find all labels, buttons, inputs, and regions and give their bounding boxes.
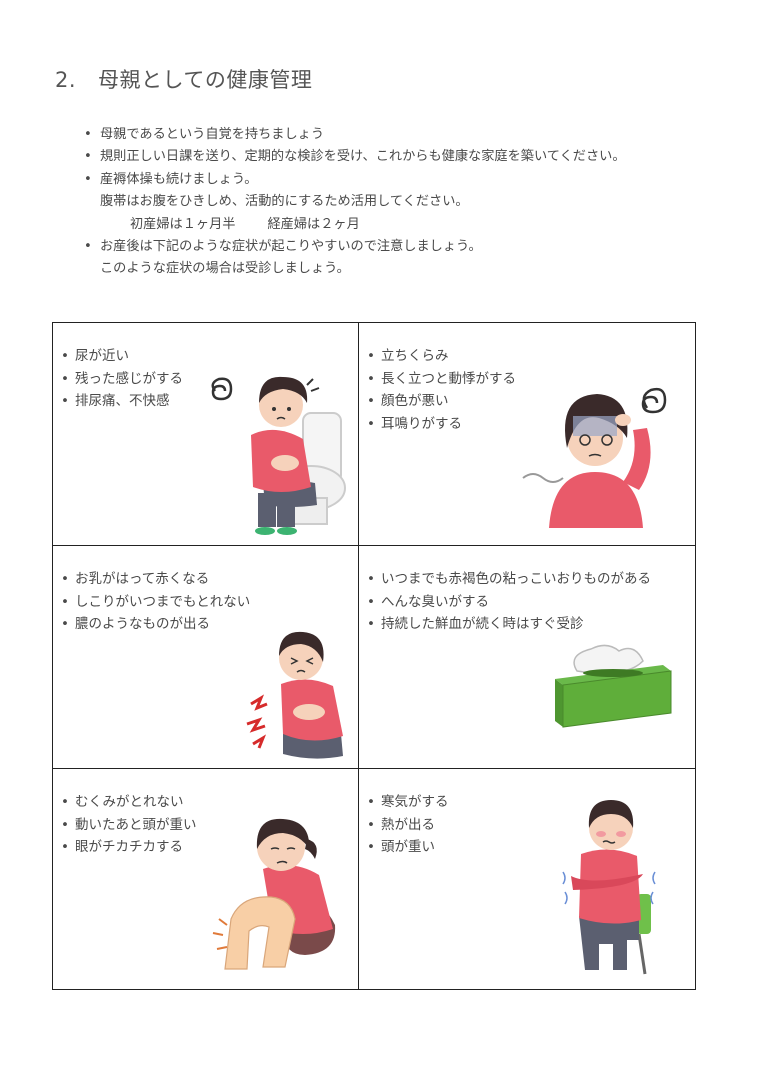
list-item: • お乳がはって赤くなる <box>61 571 210 587</box>
list-item: • 排尿痛、不快感 <box>61 393 170 410</box>
woman-toilet-illustration <box>211 376 346 535</box>
symptom-list: • 立ちくらみ • 長く立つと動悸がする • 顔色が悪い • 耳鳴りがする <box>367 345 516 435</box>
symptom-list: • 尿が近い • 残った感じがする • 排尿痛、不快感 <box>61 345 183 413</box>
tissue-box-illustration <box>555 644 672 728</box>
list-item: • 顔色が悪い <box>367 393 449 410</box>
symptom-cell-dizziness: • 立ちくらみ • 長く立つと動悸がする • 顔色が悪い • 耳鳴りがする <box>359 323 697 545</box>
symptom-list: • むくみがとれない • 動いたあと頭が重い • 眼がチカチカする <box>61 791 196 859</box>
symptom-cell-edema: • むくみがとれない • 動いたあと頭が重い • 眼がチカチカする <box>53 769 358 989</box>
list-item: • 熱が出る <box>367 816 435 833</box>
woman-shivering-illustration <box>562 800 656 975</box>
symptom-list: • 寒気がする • 熱が出る • 頭が重い <box>367 791 448 859</box>
list-item-detail: 腹帯はお腹をひきしめ、活動的にするため活用してください。 <box>100 194 469 210</box>
list-item: • お産後は下記のような症状が起こりやすいので注意しましょう。 <box>84 239 482 255</box>
list-item: • 母親であるという自覚を持ちましょう <box>84 127 325 142</box>
woman-dizzy-illustration <box>522 387 667 528</box>
list-item: • 耳鳴りがする <box>367 415 462 432</box>
section-number: 2. <box>55 68 77 92</box>
list-item: • 動いたあと頭が重い <box>61 816 197 833</box>
list-item: • むくみがとれない <box>61 794 184 810</box>
list-item-detail: 初産婦は１ヶ月半 経産婦は２ヶ月 <box>130 216 360 232</box>
list-item: • 眼がチカチカする <box>61 839 183 856</box>
symptom-cell-breast: • お乳がはって赤くなる • しこりがいつまでもとれない • 膿のようなものが出る <box>53 546 358 768</box>
list-item: • 長く立つと動悸がする <box>367 370 516 387</box>
list-item: • 頭が重い <box>367 839 435 856</box>
woman-pain-illustration <box>246 631 343 759</box>
list-item: • 立ちくらみ <box>367 348 449 364</box>
list-item: • 残った感じがする <box>61 370 183 387</box>
list-item: • 尿が近い <box>61 348 129 364</box>
symptom-cell-urinary: • 尿が近い • 残った感じがする • 排尿痛、不快感 <box>53 323 358 545</box>
symptom-cell-discharge: • いつまでも赤褐色の粘っこいおりものがある • へんな臭いがする • 持続した鮮血が… <box>359 546 697 768</box>
section-title: 母親としての健康管理 <box>98 68 313 92</box>
list-item: • 寒気がする <box>367 794 449 810</box>
list-item: • いつまでも赤褐色の粘っこいおりものがある <box>367 571 651 587</box>
page-title: 2. 母親としての健康管理 <box>55 64 312 94</box>
woman-swollen-legs-illustration <box>212 818 336 970</box>
list-item: • 産褥体操も続けましょう。 <box>84 171 258 187</box>
list-item: • 持続した鮮血が続く時はすぐ受診 <box>367 616 584 633</box>
list-item: • へんな臭いがする <box>367 593 489 610</box>
symptom-grid: • 尿が近い • 残った感じがする • 排尿痛、不快感 • 立ちくらみ • 長く… <box>52 322 696 990</box>
list-item-detail: このような症状の場合は受診しましょう。 <box>100 261 350 277</box>
intro-list: • 母親であるという自覚を持ちましょう • 規則正しい日課を送り、定期的な検診を受け… <box>80 124 720 281</box>
list-item: • しこりがいつまでもとれない <box>61 593 251 610</box>
list-item: • 規則正しい日課を送り、定期的な検診を受け、これからも健康な家庭を築いてください… <box>84 149 626 165</box>
symptom-cell-fever: • 寒気がする • 熱が出る • 頭が重い <box>359 769 697 989</box>
list-item: • 膿のようなものが出る <box>61 616 210 633</box>
symptom-list: • いつまでも赤褐色の粘っこいおりものがある • へんな臭いがする • 持続した鮮血が… <box>367 568 651 636</box>
symptom-list: • お乳がはって赤くなる • しこりがいつまでもとれない • 膿のようなものが出る <box>61 568 250 636</box>
